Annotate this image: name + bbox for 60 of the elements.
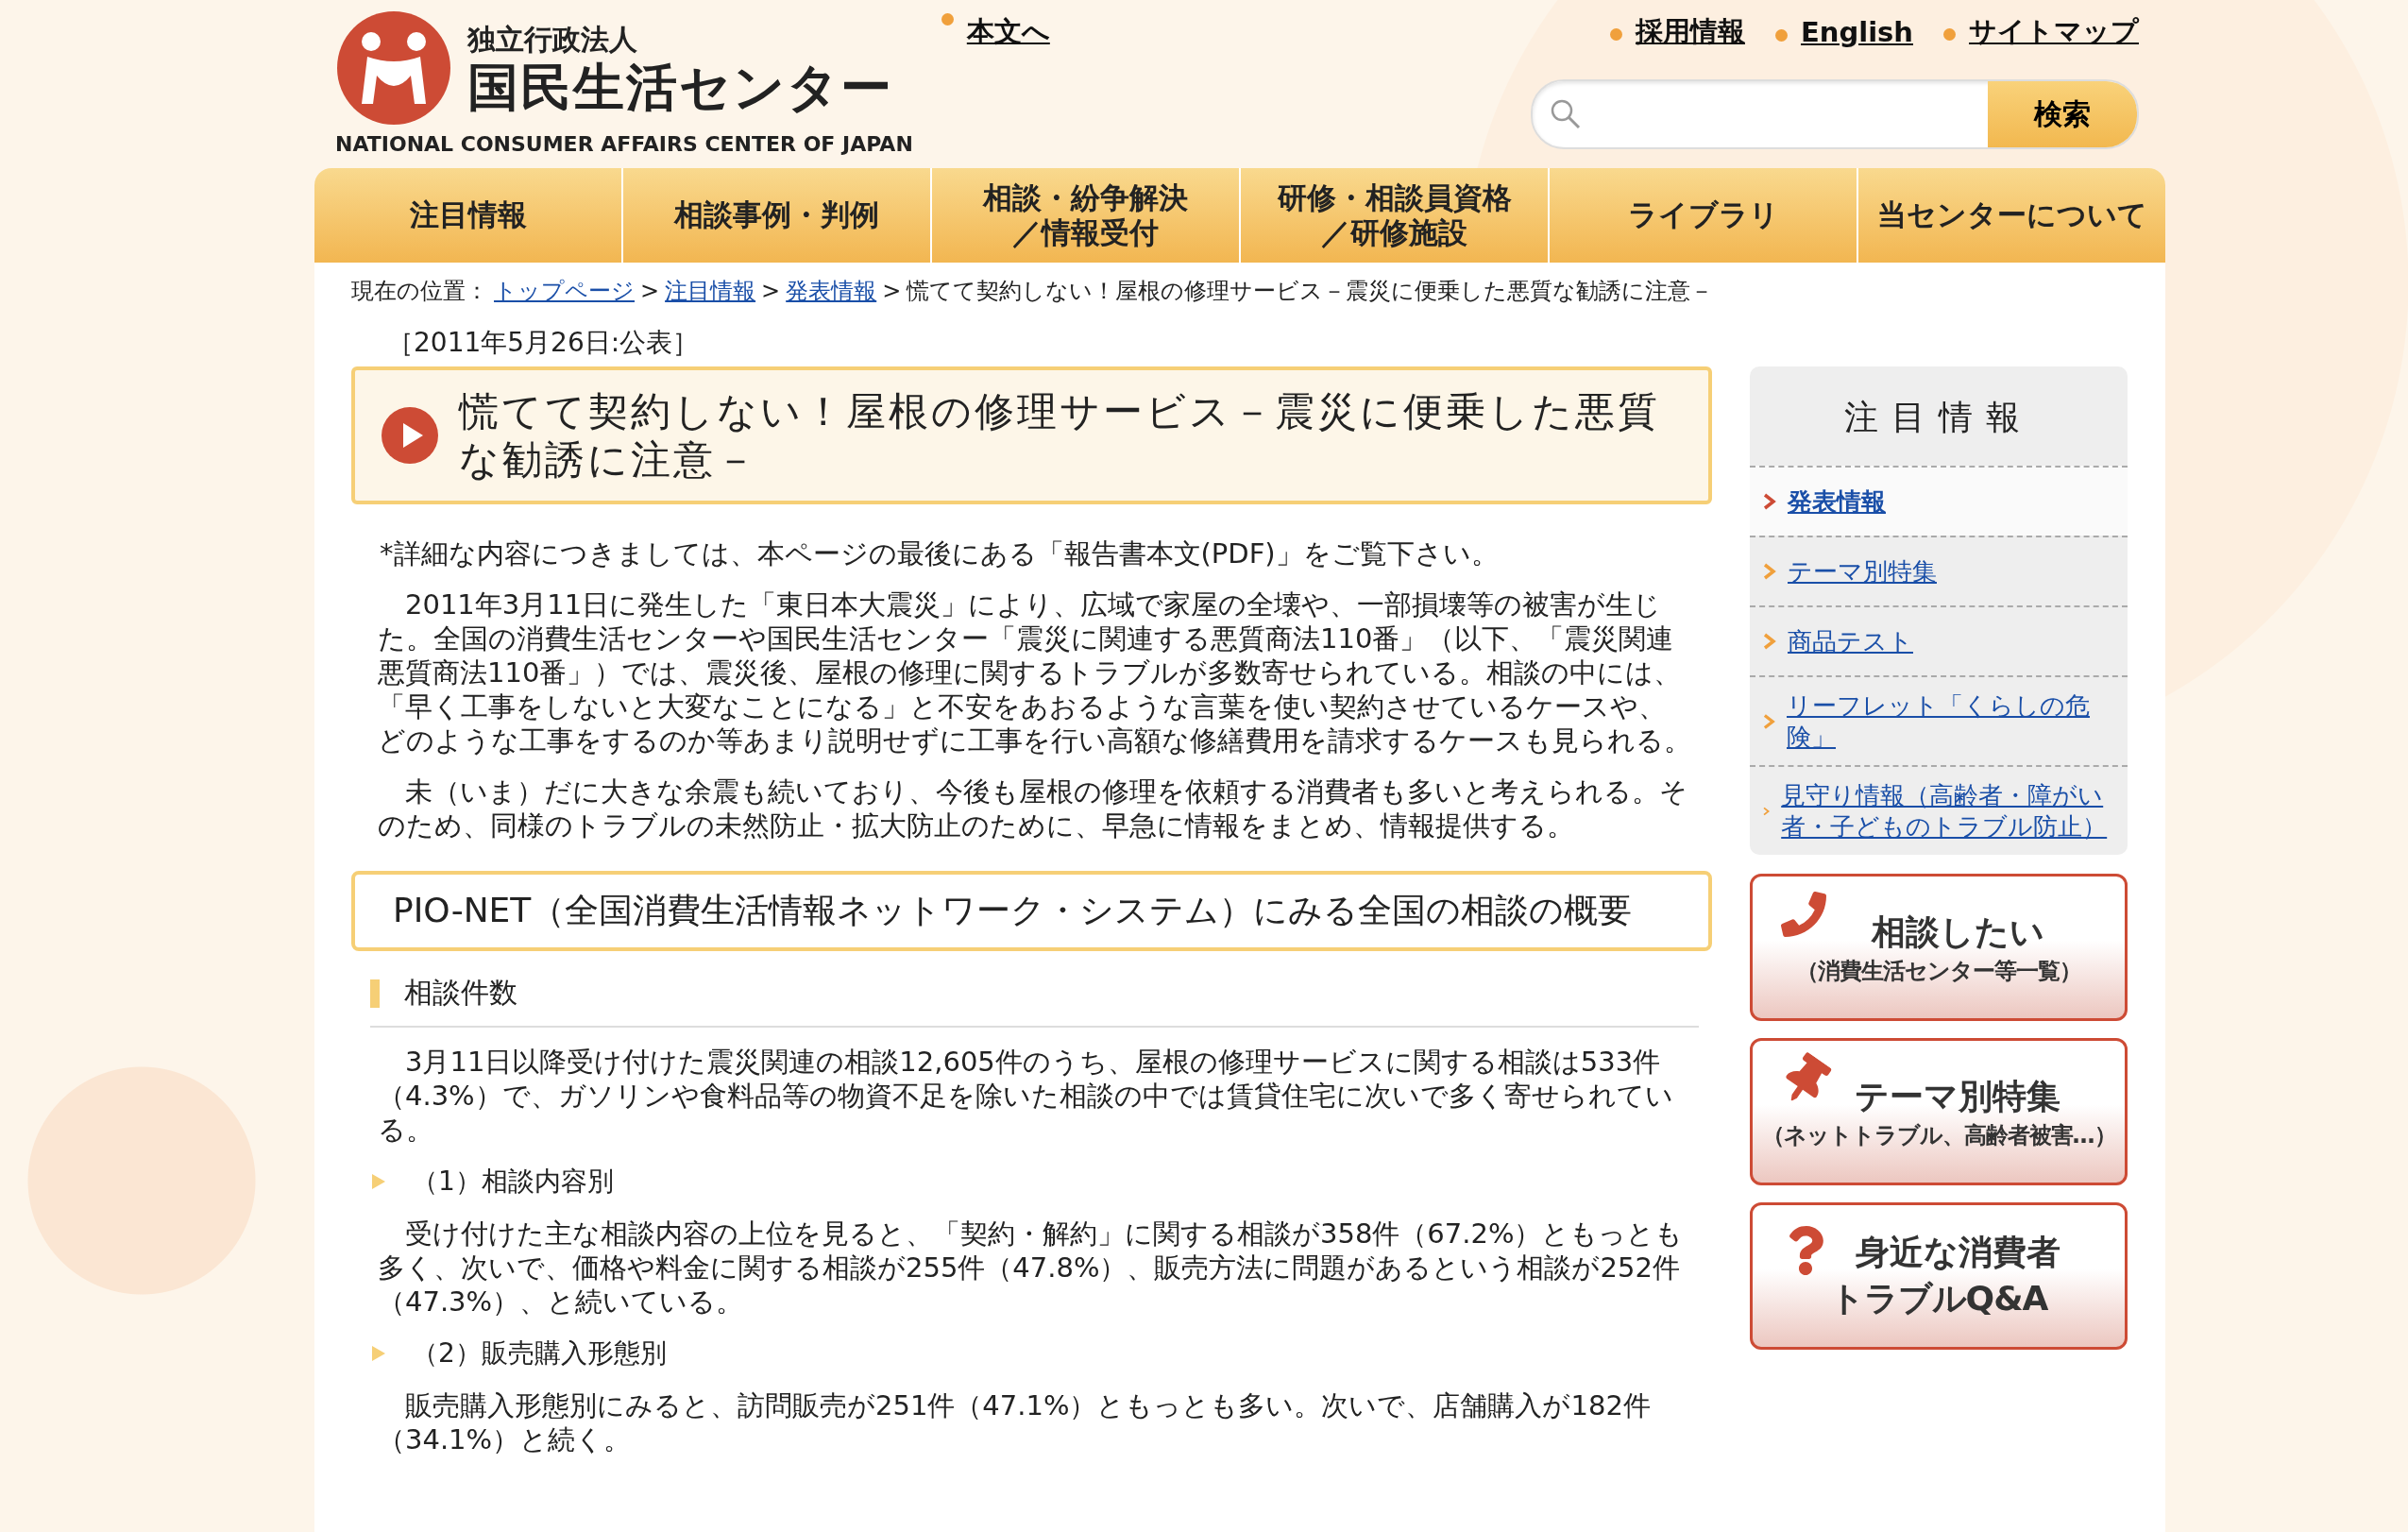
nav-tab[interactable]: 研修・相談員資格 ／研修施設 — [1239, 168, 1548, 263]
nav-tab[interactable]: ライブラリ — [1548, 168, 1857, 263]
sidebar-title: 注目情報 — [1843, 397, 2034, 438]
sidebar-item[interactable]: 商品テスト — [1750, 605, 2128, 675]
banner-button[interactable]: テーマ別特集 （ネットトラブル、高齢者被害…） — [1750, 1038, 2128, 1185]
note-text: *詳細な内容につきましては、本ページの最後にある「報告書本文(PDF)」をご覧下さい。 — [379, 536, 1500, 571]
utility-link[interactable]: 採用情報 — [1636, 15, 1745, 47]
sidebar-link[interactable]: テーマ別特集 — [1788, 555, 1937, 587]
play-icon — [382, 407, 438, 465]
logo-subtitle: 独立行政法人 — [467, 21, 638, 58]
phone-icon — [1781, 892, 1826, 937]
sidebar-item[interactable]: テーマ別特集 — [1750, 536, 2128, 605]
breadcrumb-link[interactable]: 発表情報 — [786, 276, 877, 306]
bullet-icon — [1943, 28, 1956, 41]
breadcrumb-current: 慌てて契約しない！屋根の修理サービス－震災に便乗した悪質な勧誘に注意－ — [907, 277, 1714, 306]
breadcrumb-separator: > — [640, 278, 660, 304]
bullet-icon — [941, 13, 954, 26]
subheading: （1）相談内容別 — [412, 1165, 614, 1200]
heading-bar-icon — [370, 979, 380, 1008]
banner-button[interactable]: 身近な消費者 トラブルQ&A — [1750, 1202, 2128, 1350]
section-title: PIO-NET（全国消費生活情報ネットワーク・システム）にみる全国の相談の概要 — [351, 871, 1712, 952]
body-paragraph: 受け付けた主な相談内容の上位を見ると、「契約・解約」に関する相談が358件（67.2%）ともっとも多く、次いで、価格や料金に関する相談が255件（47.8%）、販売方法に問題があるという相談が252件（47.3%）、と続いている。 — [377, 1217, 1685, 1319]
bullet-icon — [1775, 29, 1788, 42]
utility-link[interactable]: English — [1801, 16, 1913, 48]
utility-link[interactable]: サイトマップ — [1969, 15, 2139, 47]
sidebar-item[interactable]: 見守り情報（高齢者・障がい者・子どものトラブル防止） — [1750, 765, 2128, 855]
logo-icon — [335, 9, 452, 127]
sidebar-link[interactable]: 見守り情報（高齢者・障がい者・子どものトラブル防止） — [1781, 780, 2114, 842]
sidebar-link[interactable]: リーフレット「くらしの危険」 — [1787, 690, 2114, 752]
logo-title: 国民生活センター — [467, 59, 893, 116]
article-title: 慌てて契約しない！屋根の修理サービス－震災に便乗した悪質な勧誘に注意－ — [459, 387, 1661, 485]
nav-tab[interactable]: 注目情報 — [314, 168, 621, 263]
breadcrumb-separator: > — [882, 278, 902, 304]
body-paragraph: 販売購入形態別にみると、訪問販売が251件（47.1%）ともっとも多い。次いで、店舗購入が182件（34.1%）と続く。 — [377, 1388, 1652, 1457]
subheading: （2）販売購入形態別 — [412, 1336, 667, 1371]
sidebar-link[interactable]: 商品テスト — [1788, 625, 1913, 657]
nav-tab[interactable]: 当センターについて — [1857, 168, 2165, 263]
body-paragraph: 3月11日以降受け付けた震災関連の相談12,605件のうち、屋根の修理サービスに関する相談は533件（4.3%）で、ガソリンや食料品等の物資不足を除いた相談の中では賃貸住宅に次いで多く寄せられている。 — [377, 1045, 1674, 1148]
triangle-bullet-icon — [372, 1174, 385, 1190]
breadcrumb-link[interactable]: 注目情報 — [665, 276, 756, 306]
nav-tab[interactable]: 相談・紛争解決 ／情報受付 — [930, 168, 1239, 263]
sidebar-item[interactable]: 発表情報 — [1750, 466, 2128, 536]
breadcrumb-link[interactable]: トップページ — [494, 276, 635, 306]
nav-tab[interactable]: 相談事例・判例 — [621, 168, 930, 263]
sidebar-link[interactable]: 発表情報 — [1788, 485, 1886, 518]
triangle-bullet-icon — [372, 1346, 385, 1362]
search-field[interactable]: 検索 — [1531, 79, 2139, 149]
search-button[interactable]: 検索 — [1988, 81, 2137, 147]
banner-button[interactable]: 相談したい （消費生活センター等一覧） — [1750, 874, 2128, 1021]
body-paragraph: 未（いま）だに大きな余震も続いており、今後も屋根の修理を依頼する消費者も多いと考えられる。そのため、同様のトラブルの未然防止・拡大防止のために、早急に情報をまとめ、情報提供する。 — [377, 775, 1688, 843]
breadcrumb-separator: > — [761, 278, 781, 304]
sidebar-item[interactable]: リーフレット「くらしの危険」 — [1750, 675, 2128, 765]
logo-english-name: NATIONAL CONSUMER AFFAIRS CENTER OF JAPAN — [335, 132, 913, 156]
search-icon — [1550, 98, 1582, 130]
subsection-heading: 相談件数 — [404, 975, 517, 1012]
publish-date: ［2011年5月26日:公表］ — [386, 326, 701, 360]
breadcrumb-label: 現在の位置： — [351, 277, 488, 306]
bullet-icon — [1610, 28, 1622, 41]
skip-to-content-link[interactable]: 本文へ — [966, 13, 1050, 51]
body-paragraph: 2011年3月11日に発生した「東日本大震災」により、広域で家屋の全壊や、一部損壊等の被害が生じた。全国の消費生活センターや国民生活センター「震災に関連する悪質商法110番」（以下、「震災関連悪質商法110番」）では、震災後、屋根の修理に関するトラブルが多数寄せられている。相談の中には、「早く工事をしないと大変なことになる」と不安をあおるような言葉を使い契約させているケースや、どのような工事をするのか等あまり説明せずに工事を行い高額な修繕費用を請求するケースも見られる。 — [377, 587, 1692, 758]
